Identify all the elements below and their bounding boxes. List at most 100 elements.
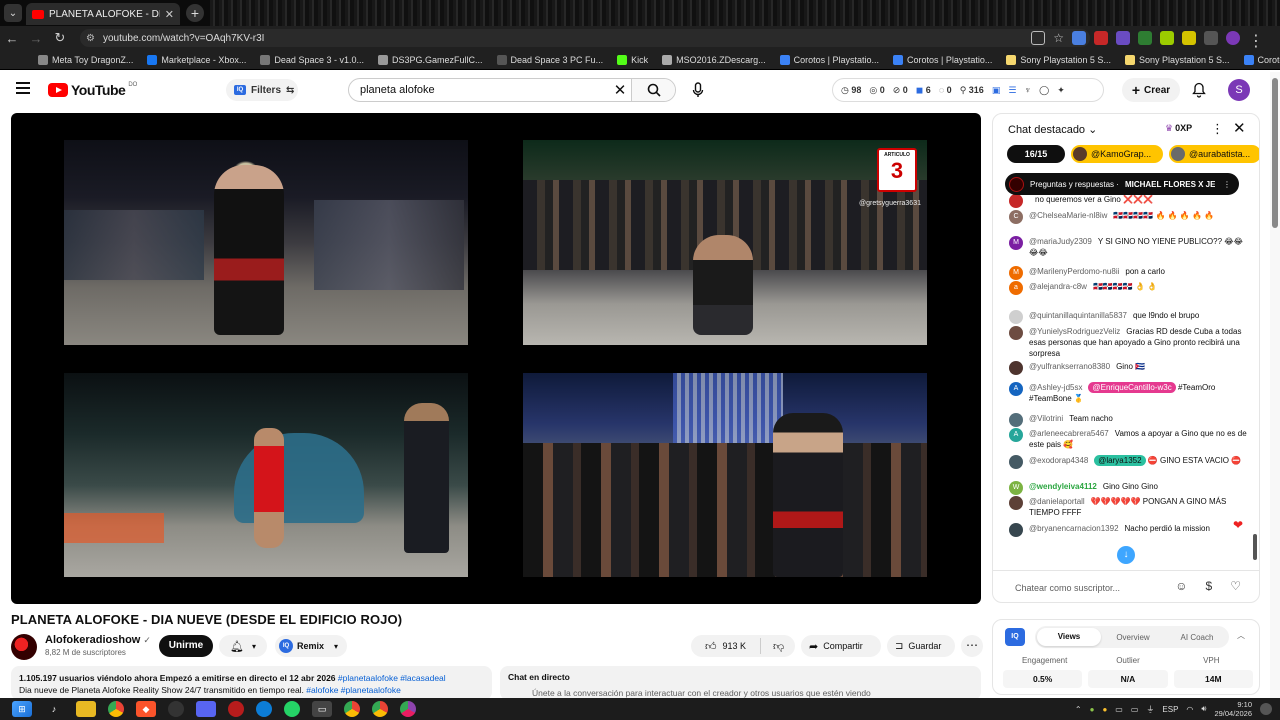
chat-author-name[interactable]: @quintanillaquintanilla5837 [1029,311,1127,320]
new-tab-button[interactable]: + [186,4,204,22]
chat-author-name[interactable]: @YunielysRodriguezVeliz [1029,327,1120,336]
whatsapp-icon[interactable] [284,701,300,717]
chat-author-avatar[interactable] [1009,194,1023,208]
chat-author-name[interactable]: @ChelseaMarie-nl8iw [1029,211,1107,220]
chat-author-avatar[interactable] [1009,310,1023,324]
like-button[interactable]: 👍︎ 913 K 👎︎ [691,635,795,657]
chat-message[interactable]: C @ChelseaMarie-nl8iw 🇩🇴🇩🇴🇩🇴🇩🇴 🔥 🔥 🔥 🔥 🔥 [1009,210,1247,224]
chat-message[interactable]: W @wendyleiva4112 Gino Gino Gino [1009,481,1247,495]
bookmark-item[interactable]: Dead Space 3 PC Fu... [496,54,603,65]
tray-storage-icon[interactable]: ▭ [1131,705,1139,714]
menu-icon[interactable] [16,82,30,94]
brave-icon[interactable]: ◆ [136,701,156,717]
bookmark-item[interactable]: Corotos | Playstatio... [893,54,992,65]
pinned-user-chip[interactable]: @KamoGrap... [1071,145,1163,163]
chat-author-name[interactable]: @alejandra-c8w [1029,282,1087,291]
filters-button[interactable]: IQ Filters ⇆ [226,79,298,101]
chat-author-avatar[interactable] [1009,361,1023,375]
file-explorer-icon[interactable] [76,701,96,717]
bookmark-item[interactable]: Corotos | Playstatio... [779,54,879,65]
chat-message[interactable]: @Vilotrini Team nacho [1009,413,1247,427]
notifications-bell-icon[interactable] [1192,82,1206,101]
extension-list-icon[interactable] [1204,31,1218,45]
keyboard-language[interactable]: ESP [1162,705,1178,714]
pinned-user-chip[interactable]: @aurabatista... [1169,145,1259,163]
chat-author-avatar[interactable] [1009,455,1023,469]
chrome-profile-2-icon[interactable] [344,701,360,717]
collapse-chevron-icon[interactable]: ︿ [1237,630,1245,641]
start-button-icon[interactable]: ⊞ [12,701,32,717]
bookmark-item[interactable]: Meta Toy DragonZ... [38,54,133,65]
pin-stat-icon[interactable]: ♆ [1024,85,1031,95]
pinned-count[interactable]: 16/15 [1007,145,1065,163]
chat-message[interactable]: M @MarilenyPerdomo-nu8ii pon a carlo [1009,266,1247,280]
bookmark-item[interactable]: Sony Playstation 5 S... [1006,54,1111,65]
address-url[interactable]: youtube.com/watch?v=OAqh7KV-r3I [103,33,264,44]
chat-mention[interactable]: @EnriqueCantillo-w3c [1088,382,1176,393]
search-input[interactable]: planeta alofoke [349,84,609,96]
chat-author-avatar[interactable]: W [1009,481,1023,495]
voice-search-button[interactable] [688,80,708,100]
chat-author-name[interactable]: @wendyleiva4112 [1029,482,1097,491]
chat-message[interactable]: @yulfrankserrano8380 Gino 🇨🇺 [1009,361,1247,375]
youtube-logo[interactable]: YouTube DO [48,82,137,98]
chat-author-name[interactable]: @MarilenyPerdomo-nu8ii [1029,267,1119,276]
chat-author-avatar[interactable] [1009,523,1023,537]
chat-author-name[interactable]: @exodorap4348 [1029,456,1088,465]
discord-icon[interactable] [196,701,216,717]
qa-banner[interactable]: Preguntas y respuestas · MICHAEL FLORES … [1005,173,1239,195]
share-button[interactable]: ➦ Compartir [801,635,881,657]
reload-icon[interactable]: ↻ [48,30,72,46]
remix-button[interactable]: IQ Remix ▾ [275,635,347,657]
chat-author-avatar[interactable]: a [1009,281,1023,295]
bookmark-star-icon[interactable]: ☆ [1053,31,1064,45]
bookmark-item[interactable]: Kick [617,54,648,65]
chat-mention[interactable]: @larya1352 [1094,455,1146,466]
tray-yellow-icon[interactable]: ● [1102,705,1107,714]
wifi-icon[interactable]: ◠ [1186,705,1193,714]
app-red-icon[interactable] [228,701,244,717]
more-actions-button[interactable]: ⋯ [961,635,983,657]
remix-chevron-icon[interactable]: ▾ [334,642,338,651]
chat-author-avatar[interactable]: C [1009,210,1023,224]
tray-chevron-icon[interactable]: ⌃ [1075,705,1082,714]
chat-message[interactable]: @quintanillaquintanilla5837 que l9ndo el … [1009,310,1247,324]
emoji-icon[interactable]: ☺ [1175,579,1187,593]
chat-author-avatar[interactable]: A [1009,382,1023,396]
desc-hashtags-2[interactable]: #alofoke #planetaalofoke [306,685,401,695]
chat-author-name[interactable]: @Vilotrini [1029,414,1063,423]
sparkle-stat-icon[interactable]: ✦ [1057,85,1065,96]
xp-badge[interactable]: ♛ 0XP [1165,123,1192,134]
create-button[interactable]: + Crear [1122,78,1180,102]
video-player[interactable]: ARTICULO 3 @gretsyguerra3631 [11,113,981,604]
chat-author-avatar[interactable] [1009,496,1023,510]
bookmark-item[interactable]: Marketplace - Xbox... [147,54,246,65]
volume-icon[interactable]: 🔊︎ [1201,704,1206,714]
tab-ai-coach[interactable]: AI Coach [1165,633,1229,642]
terminal-icon[interactable]: ▭ [312,701,332,717]
notification-center-icon[interactable] [1260,703,1272,715]
extension-green-icon[interactable] [1138,31,1152,45]
tiktok-icon[interactable]: ♪ [44,701,64,717]
chat-input[interactable]: Chatear como suscriptor... ☺ $ ♡ [993,570,1259,602]
browser-tab-active[interactable]: PLANETA ALOFOKE - DIA N ✕ [26,3,180,25]
bookmark-item[interactable]: Corotos | Playstatio... [1243,54,1280,65]
chat-message-list[interactable]: no queremos ver a Gino ❌❌❌ C @ChelseaMarie… [993,192,1259,566]
super-chat-icon[interactable]: $ [1206,579,1213,593]
install-app-icon[interactable] [1031,31,1046,45]
search-button[interactable] [631,79,675,101]
tray-usb-icon[interactable]: ⏚ [1146,704,1154,715]
forward-icon[interactable]: → [24,31,48,46]
chat-message[interactable]: a @alejandra-c8w 🇩🇴🇩🇴🇩🇴🇩🇴 👌 👌 [1009,281,1247,295]
tab-overview[interactable]: Overview [1101,633,1165,642]
page-scrollbar[interactable] [1270,72,1280,698]
chrome-profile-3-icon[interactable] [372,701,388,717]
tray-network-icon[interactable]: ▭ [1115,705,1123,714]
bookmark-item[interactable]: Sony Playstation 5 S... [1124,54,1230,65]
tab-search-button[interactable]: ⌄ [4,4,22,22]
chat-author-name[interactable]: @mariaJudy2309 [1029,237,1092,246]
chat-message[interactable]: M @mariaJudy2309 Y SI GINO NO YIENE PUBLIC… [1009,236,1247,258]
chat-author-avatar[interactable]: M [1009,266,1023,280]
qa-menu-icon[interactable]: ⋮ [1223,180,1231,189]
clear-search-icon[interactable]: ✕ [609,81,631,99]
